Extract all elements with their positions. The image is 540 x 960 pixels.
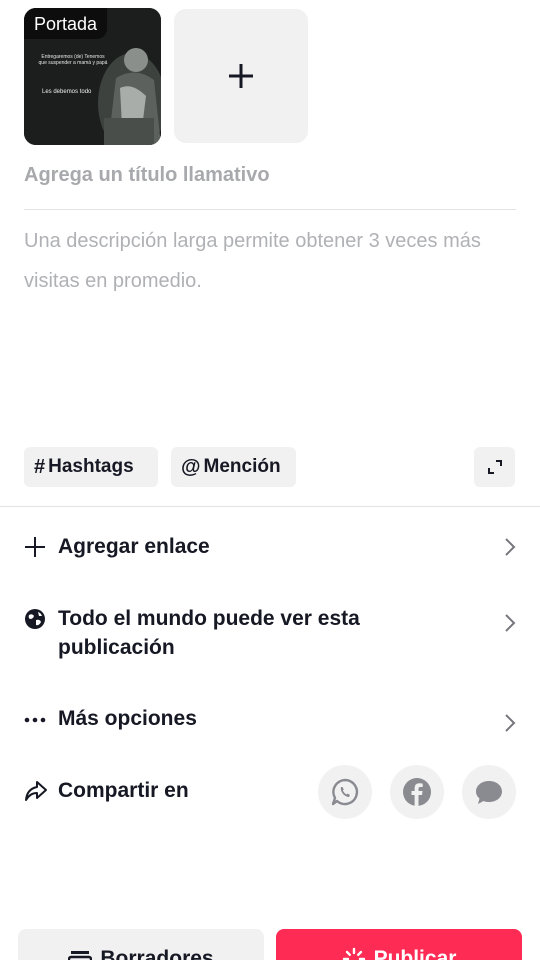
plus-icon [25, 537, 45, 557]
chevron-right-icon [505, 614, 516, 632]
more-options-label: Más opciones [58, 707, 197, 730]
mention-chip[interactable]: @ Mención [171, 447, 296, 487]
drafts-icon [68, 951, 93, 960]
facebook-icon [403, 778, 431, 806]
whatsapp-icon [331, 778, 359, 806]
add-link-row[interactable]: Agregar enlace [0, 530, 540, 564]
section-divider [0, 506, 540, 507]
share-label: Compartir en [58, 779, 189, 802]
hashtags-label: Hashtags [48, 456, 134, 477]
description-input[interactable]: Una descripción larga permite obtener 3 … [24, 221, 516, 301]
chevron-right-icon [505, 538, 516, 556]
cover-caption-bottom: Les debemos todo [42, 89, 92, 95]
share-arrow-icon [25, 781, 47, 801]
expand-icon [487, 460, 502, 474]
privacy-row[interactable]: Todo el mundo puede ver esta publicación [0, 604, 540, 664]
add-media-button[interactable] [174, 9, 308, 143]
expand-button[interactable] [474, 447, 515, 487]
share-whatsapp-button[interactable] [318, 765, 372, 819]
share-message-button[interactable] [462, 765, 516, 819]
drafts-button[interactable]: Borradores [18, 929, 264, 960]
spinner-icon [342, 947, 365, 960]
chevron-right-icon [505, 714, 516, 732]
cover-badge: Portada [24, 8, 108, 39]
cover-caption-top: Entregaremos (de) Tenemos que suspender … [38, 54, 108, 66]
share-row: Compartir en [0, 775, 540, 809]
privacy-label-line2: publicación [58, 636, 175, 659]
plus-icon [229, 64, 253, 88]
publish-button[interactable]: Publicar [276, 929, 522, 960]
cover-thumbnail[interactable]: Portada Entregaremos (de) Tenemos que su… [24, 8, 161, 145]
share-facebook-button[interactable] [390, 765, 444, 819]
privacy-label-line1: Todo el mundo puede ver esta [58, 607, 360, 630]
at-icon: @ [181, 455, 201, 478]
mention-label: Mención [203, 456, 281, 477]
ellipsis-icon [24, 717, 46, 723]
publish-label: Publicar [373, 947, 457, 960]
hashtags-chip[interactable]: # Hashtags [24, 447, 158, 487]
add-link-label: Agregar enlace [58, 535, 210, 558]
title-input[interactable]: Agrega un título llamativo [24, 164, 518, 194]
hash-icon: # [34, 455, 46, 478]
globe-icon [25, 609, 45, 629]
divider [24, 209, 516, 210]
message-icon [476, 781, 502, 804]
drafts-label: Borradores [100, 947, 214, 960]
more-options-row[interactable]: Más opciones [0, 704, 540, 738]
